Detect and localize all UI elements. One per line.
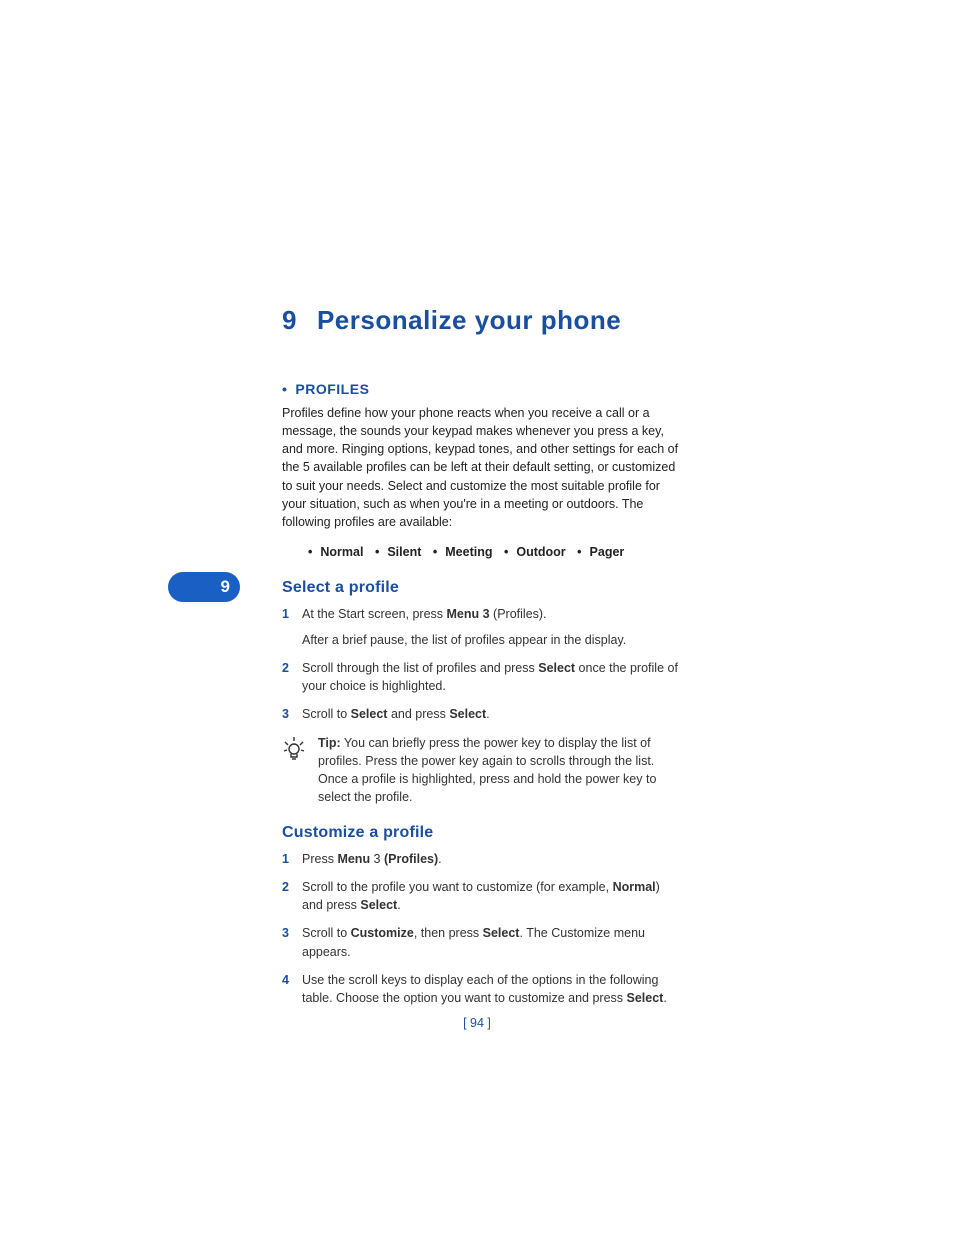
- step-number: 1: [282, 850, 302, 868]
- step-number: 2: [282, 878, 302, 914]
- tip-block: Tip: You can briefly press the power key…: [282, 734, 682, 807]
- profiles-bullet-list: •Normal •Silent •Meeting •Outdoor •Pager: [300, 545, 682, 559]
- lightbulb-icon: [282, 734, 308, 807]
- chapter-title: 9 Personalize your phone: [282, 305, 682, 336]
- step-number: 1: [282, 605, 302, 649]
- step-text: Scroll to Customize, then press Select. …: [302, 924, 682, 960]
- step-row: 3 Scroll to Customize, then press Select…: [282, 924, 682, 960]
- step-number: 3: [282, 705, 302, 723]
- step-text: At the Start screen, press Menu 3 (Profi…: [302, 605, 682, 649]
- step-row: 1 Press Menu 3 (Profiles).: [282, 850, 682, 868]
- bullet-icon: •: [282, 381, 287, 397]
- step-text: Scroll to Select and press Select.: [302, 705, 682, 723]
- step-text: Use the scroll keys to display each of t…: [302, 971, 682, 1007]
- section-heading-profiles: • PROFILES: [282, 381, 682, 397]
- profiles-paragraph: Profiles define how your phone reacts wh…: [282, 404, 682, 531]
- chapter-number: 9: [282, 305, 297, 336]
- list-item: Pager: [590, 545, 625, 559]
- step-text: Scroll to the profile you want to custom…: [302, 878, 682, 914]
- tip-text: Tip: You can briefly press the power key…: [318, 734, 682, 807]
- step-row: 2 Scroll to the profile you want to cust…: [282, 878, 682, 914]
- step-row: 1 At the Start screen, press Menu 3 (Pro…: [282, 605, 682, 649]
- step-row: 4 Use the scroll keys to display each of…: [282, 971, 682, 1007]
- step-followup: After a brief pause, the list of profile…: [302, 631, 682, 649]
- list-item: Normal: [320, 545, 363, 559]
- step-row: 2 Scroll through the list of profiles an…: [282, 659, 682, 695]
- list-item: Meeting: [445, 545, 492, 559]
- page-number: [ 94 ]: [0, 1016, 954, 1030]
- chapter-title-text: Personalize your phone: [317, 305, 621, 335]
- step-number: 2: [282, 659, 302, 695]
- step-row: 3 Scroll to Select and press Select.: [282, 705, 682, 723]
- step-number: 3: [282, 924, 302, 960]
- list-item: Outdoor: [516, 545, 565, 559]
- subsection-customize-profile: Customize a profile: [282, 824, 682, 842]
- document-page: 9 9 Personalize your phone • PROFILES Prof…: [0, 0, 954, 1235]
- step-text: Scroll through the list of profiles and …: [302, 659, 682, 695]
- chapter-side-tab: 9: [168, 572, 240, 602]
- side-tab-number: 9: [221, 577, 230, 597]
- list-item: Silent: [387, 545, 421, 559]
- section-heading-text: PROFILES: [295, 381, 369, 397]
- subsection-select-profile: Select a profile: [282, 579, 682, 597]
- page-content: 9 Personalize your phone • PROFILES Profil…: [282, 305, 682, 1017]
- step-text: Press Menu 3 (Profiles).: [302, 850, 682, 868]
- step-number: 4: [282, 971, 302, 1007]
